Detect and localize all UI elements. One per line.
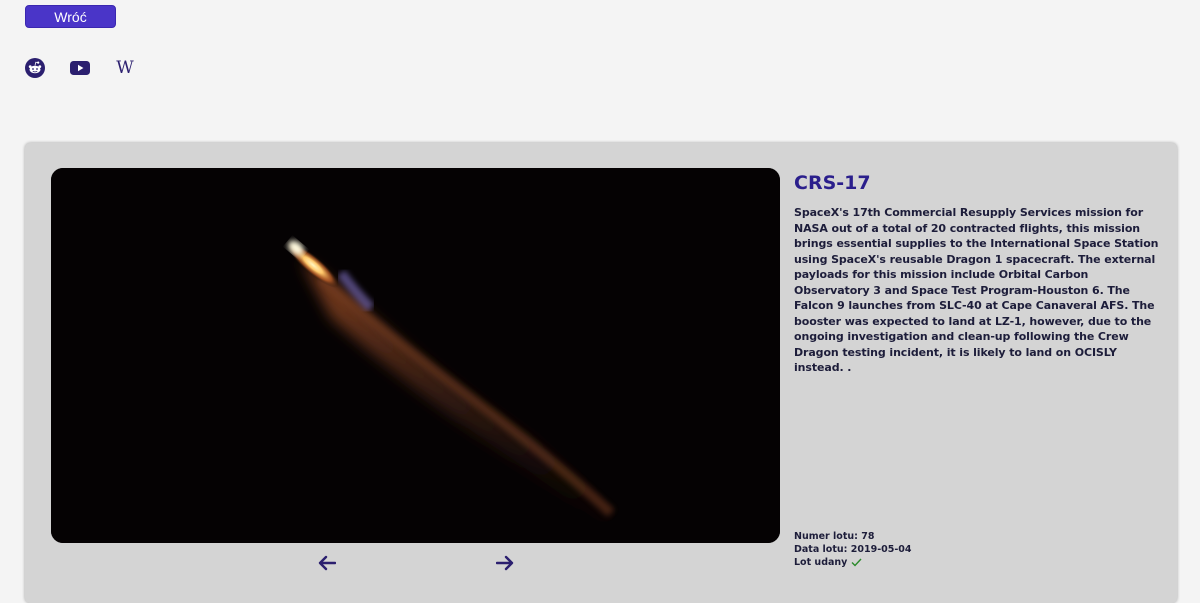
launch-photo <box>51 168 780 543</box>
check-icon <box>851 558 862 567</box>
reddit-icon[interactable] <box>25 58 45 78</box>
flight-date: Data lotu: 2019-05-04 <box>794 543 912 555</box>
back-button[interactable]: Wróć <box>25 5 116 28</box>
mission-title: CRS-17 <box>794 172 871 194</box>
wikipedia-icon[interactable]: W <box>115 58 135 78</box>
prev-image-button[interactable] <box>315 551 339 575</box>
youtube-icon[interactable] <box>70 58 90 78</box>
next-image-button[interactable] <box>493 551 517 575</box>
arrow-right-icon <box>496 555 514 571</box>
flight-status-label: Lot udany <box>794 556 848 568</box>
flight-number: Numer lotu: 78 <box>794 531 875 542</box>
mission-meta: Numer lotu: 78 Data lotu: 2019-05-04 Lot… <box>794 531 912 569</box>
launch-card: CRS-17 SpaceX's 17th Commercial Resupply… <box>25 143 1177 603</box>
mission-details: SpaceX's 17th Commercial Resupply Servic… <box>794 206 1159 374</box>
external-links: W <box>25 58 135 78</box>
flight-status: Lot udany <box>794 557 912 570</box>
arrow-left-icon <box>318 555 336 571</box>
